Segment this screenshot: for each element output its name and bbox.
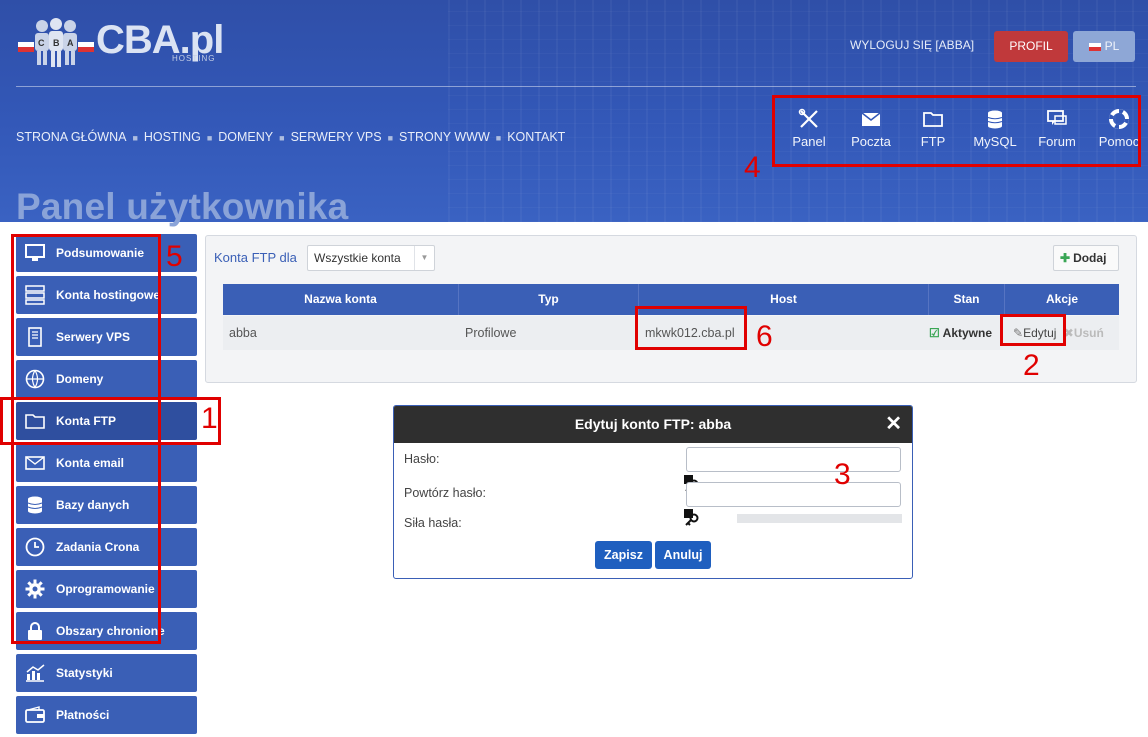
account-filter-select[interactable]: Wszystkie konta ▼ — [307, 245, 435, 271]
nav-websites[interactable]: STRONY WWW — [399, 130, 490, 146]
page-title: Panel użytkownika — [16, 186, 349, 227]
sidebar-item-payments[interactable]: Płatności — [16, 696, 197, 734]
add-ftp-account-button[interactable]: ✚ Dodaj — [1053, 245, 1119, 271]
delete-action[interactable]: ✖Usuń — [1064, 326, 1104, 340]
nav-contact[interactable]: KONTAKT — [507, 130, 565, 146]
annotation-number-4: 4 — [744, 151, 761, 184]
nav-vps[interactable]: SERWERY VPS — [291, 130, 382, 146]
column-header-actions: Akcje — [1045, 292, 1079, 306]
annotation-box-2 — [1000, 314, 1066, 346]
logo-people-icon: C B A — [18, 18, 94, 67]
cell-account-name: abba — [229, 326, 257, 340]
modal-title: Edytuj konto FTP: abba — [574, 416, 732, 432]
strength-label: Siła hasła: — [404, 516, 462, 530]
annotation-number-6: 6 — [756, 320, 773, 353]
account-filter-value: Wszystkie konta — [314, 251, 401, 265]
language-label: PL — [1104, 39, 1120, 53]
check-icon: ☑ — [929, 326, 940, 340]
ftp-accounts-for-label: Konta FTP dla — [214, 250, 297, 265]
column-header-type: Typ — [459, 284, 639, 315]
header-divider — [16, 86, 1136, 87]
annotation-box-5 — [11, 234, 161, 644]
brand-tagline: HOSTING — [172, 54, 216, 63]
chart-icon — [24, 662, 46, 684]
annotation-number-3: 3 — [834, 458, 851, 491]
nav-separator: ■ — [279, 133, 285, 143]
top-navigation: STRONA GŁÓWNA ■ HOSTING ■ DOMENY ■ SERWERY … — [16, 130, 571, 146]
logout-link[interactable]: WYLOGUJ SIĘ [ABBA] — [850, 38, 974, 52]
delete-label: Usuń — [1073, 326, 1104, 340]
save-button[interactable]: Zapisz — [595, 541, 652, 569]
column-header-status: Stan — [929, 284, 1005, 315]
repeat-password-input[interactable] — [686, 482, 901, 507]
annotation-box-4 — [772, 95, 1141, 167]
column-header-account-name[interactable]: Nazwa konta — [223, 284, 459, 315]
edit-ftp-modal: Edytuj konto FTP: abba ✕ Hasło: Powtórz … — [393, 405, 913, 579]
nav-hosting[interactable]: HOSTING — [144, 130, 201, 146]
nav-home[interactable]: STRONA GŁÓWNA — [16, 130, 126, 146]
flag-icon — [1088, 42, 1101, 51]
cancel-button[interactable]: Anuluj — [655, 541, 711, 569]
nav-separator: ■ — [132, 133, 138, 143]
nav-separator: ■ — [495, 133, 502, 143]
profile-button[interactable]: PROFIL — [994, 31, 1068, 62]
svg-text:B: B — [53, 38, 60, 48]
sidebar-item-label: Statystyki — [56, 666, 113, 680]
annotation-number-2: 2 — [1023, 349, 1040, 382]
annotation-number-1: 1 — [201, 402, 218, 435]
nav-domains[interactable]: DOMENY — [218, 130, 273, 146]
cell-status: ☑ Aktywne — [929, 316, 1005, 350]
close-icon[interactable]: ✕ — [885, 406, 902, 443]
annotation-number-5: 5 — [166, 240, 183, 273]
modal-header: Edytuj konto FTP: abba ✕ — [394, 406, 912, 443]
add-button-label: Dodaj — [1073, 251, 1107, 265]
status-label: Aktywne — [942, 326, 993, 340]
nav-separator: ■ — [206, 133, 213, 143]
nav-separator: ■ — [387, 133, 394, 143]
logo[interactable]: C B A — [16, 14, 96, 70]
repeat-password-label: Powtórz hasło: — [404, 486, 486, 500]
sidebar-item-label: Płatności — [56, 708, 110, 722]
language-button[interactable]: PL — [1073, 31, 1135, 62]
password-label: Hasło: — [404, 452, 440, 466]
wallet-icon — [24, 704, 46, 726]
key-icon — [684, 509, 702, 527]
sidebar-item-statistics[interactable]: Statystyki — [16, 654, 197, 692]
annotation-box-6 — [635, 306, 747, 350]
password-input[interactable] — [686, 447, 901, 472]
password-strength-bar — [737, 514, 902, 523]
svg-text:C: C — [38, 38, 45, 48]
svg-text:A: A — [67, 38, 74, 48]
chevron-down-icon: ▼ — [414, 246, 434, 270]
plus-icon: ✚ — [1060, 251, 1071, 265]
cell-type: Profilowe — [465, 326, 517, 340]
